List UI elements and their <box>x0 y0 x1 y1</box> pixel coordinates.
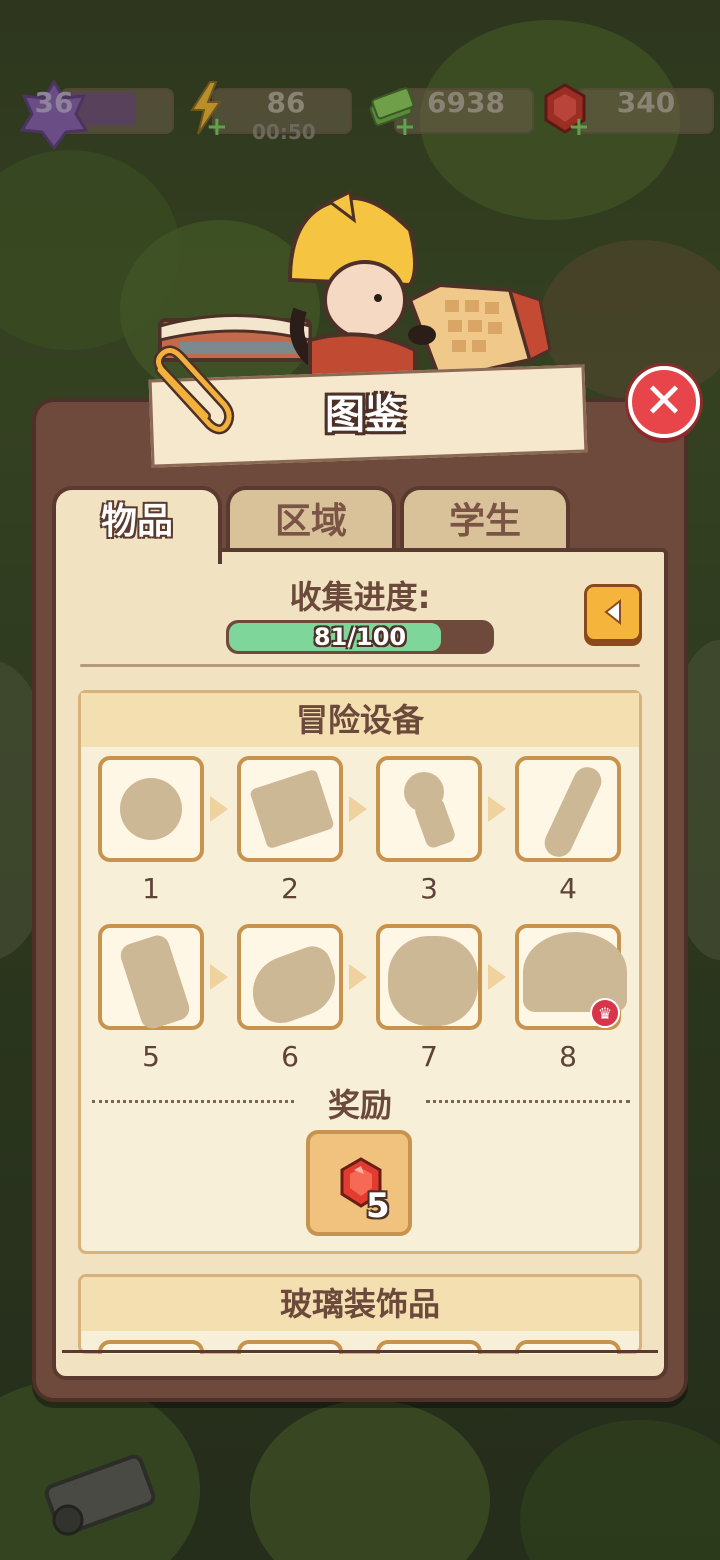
energy-value: 86 <box>266 86 306 119</box>
close-x-icon: ✕ <box>643 373 685 429</box>
section-divider <box>80 664 640 667</box>
item-slot-2[interactable] <box>237 756 343 862</box>
arrow-icon <box>210 964 228 990</box>
item-number: 7 <box>420 1040 438 1073</box>
tab-students[interactable]: 学生 <box>400 486 570 556</box>
energy-timer: 00:50 <box>252 120 316 144</box>
reward-slot[interactable] <box>306 1130 412 1236</box>
progress-text: 81/100 <box>313 623 407 651</box>
progress-label: 收集进度: <box>289 578 431 616</box>
chevron-left-icon <box>604 598 621 626</box>
gems-value: 340 <box>616 86 676 119</box>
modal-title: 图鉴 <box>325 392 405 438</box>
item-number: 6 <box>281 1040 299 1073</box>
cash-value: 6938 <box>427 86 505 119</box>
reward-divider-right <box>426 1100 630 1103</box>
tab-areas[interactable]: 区域 <box>226 486 396 556</box>
arrow-icon <box>488 796 506 822</box>
item-number: 4 <box>559 872 577 905</box>
item-slot-4[interactable] <box>515 756 621 862</box>
arrow-icon <box>349 796 367 822</box>
item-number: 2 <box>281 872 299 905</box>
tab-items[interactable]: 物品 <box>52 486 222 564</box>
item-slot-5[interactable] <box>98 924 204 1032</box>
category-title: 玻璃装饰品 <box>81 1277 639 1331</box>
arrow-icon <box>349 964 367 990</box>
top-hud: 36 + 86 00:50 + 6938 + 340 <box>0 79 720 150</box>
close-button[interactable]: ✕ <box>628 366 700 438</box>
item-number: 1 <box>142 872 160 905</box>
item-slot-1[interactable] <box>98 756 204 862</box>
item-slot-6[interactable] <box>237 924 346 1031</box>
reward-count: 5 <box>366 1186 390 1226</box>
crown-icon: ♛ <box>590 998 620 1028</box>
category-title: 冒险设备 <box>81 693 639 747</box>
reward-label: 奖励 <box>327 1086 392 1124</box>
level-value: 36 <box>34 86 74 119</box>
item-slot-3[interactable] <box>376 756 482 862</box>
arrow-icon <box>488 964 506 990</box>
arrow-icon <box>210 796 228 822</box>
item-number: 3 <box>420 872 438 905</box>
item-slot-7[interactable] <box>376 924 482 1030</box>
add-energy-icon[interactable]: + <box>206 112 228 142</box>
item-number: 8 <box>559 1040 577 1073</box>
security-camera-icon <box>44 1454 156 1536</box>
reward-divider-left <box>92 1100 294 1103</box>
item-number: 5 <box>142 1040 160 1073</box>
list-bottom-edge <box>62 1350 658 1353</box>
back-button[interactable] <box>584 584 642 642</box>
